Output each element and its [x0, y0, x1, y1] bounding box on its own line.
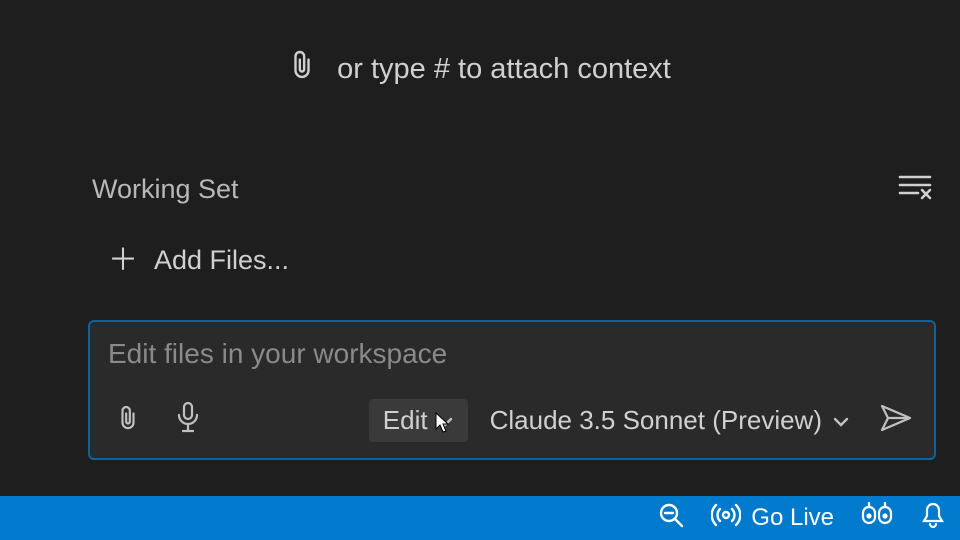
attach-button[interactable]: [104, 396, 152, 444]
copilot-status-button[interactable]: [860, 501, 894, 536]
model-picker[interactable]: Claude 3.5 Sonnet (Preview): [480, 399, 860, 442]
add-files-button[interactable]: ＋ Add Files...: [88, 245, 936, 276]
zoom-out-icon: [657, 501, 685, 536]
microphone-icon: [175, 401, 201, 440]
bell-icon: [920, 501, 946, 536]
send-button[interactable]: [872, 396, 920, 444]
chevron-down-icon: [832, 405, 850, 436]
status-bar: Go Live: [0, 496, 960, 540]
zoom-out-button[interactable]: [657, 501, 685, 536]
model-label: Claude 3.5 Sonnet (Preview): [490, 405, 822, 436]
notifications-button[interactable]: [920, 501, 946, 536]
add-files-label: Add Files...: [154, 245, 289, 276]
mode-picker[interactable]: Edit: [369, 399, 468, 442]
go-live-button[interactable]: Go Live: [711, 500, 834, 537]
broadcast-icon: [711, 500, 741, 537]
copilot-icon: [860, 501, 894, 536]
send-icon: [879, 403, 913, 438]
plus-icon: ＋: [108, 246, 138, 276]
cursor-pointer-icon: [432, 411, 452, 442]
clear-all-icon: [898, 172, 932, 207]
go-live-label: Go Live: [751, 504, 834, 532]
working-set-panel: Working Set ＋ Add Files...: [88, 172, 936, 276]
paperclip-icon: [289, 48, 315, 90]
chat-toolbar: Edit Claude 3.5 Sonnet (Preview): [90, 396, 934, 458]
voice-button[interactable]: [164, 396, 212, 444]
paperclip-icon: [117, 403, 139, 438]
attach-context-text: or type # to attach context: [337, 53, 671, 86]
chat-input-box[interactable]: Edit files in your workspace Edit: [88, 320, 936, 460]
clear-all-button[interactable]: [898, 172, 932, 207]
chat-placeholder[interactable]: Edit files in your workspace: [90, 322, 934, 396]
working-set-title: Working Set: [92, 174, 239, 205]
mode-label: Edit: [383, 405, 428, 436]
attach-context-hint[interactable]: or type # to attach context: [0, 48, 960, 90]
